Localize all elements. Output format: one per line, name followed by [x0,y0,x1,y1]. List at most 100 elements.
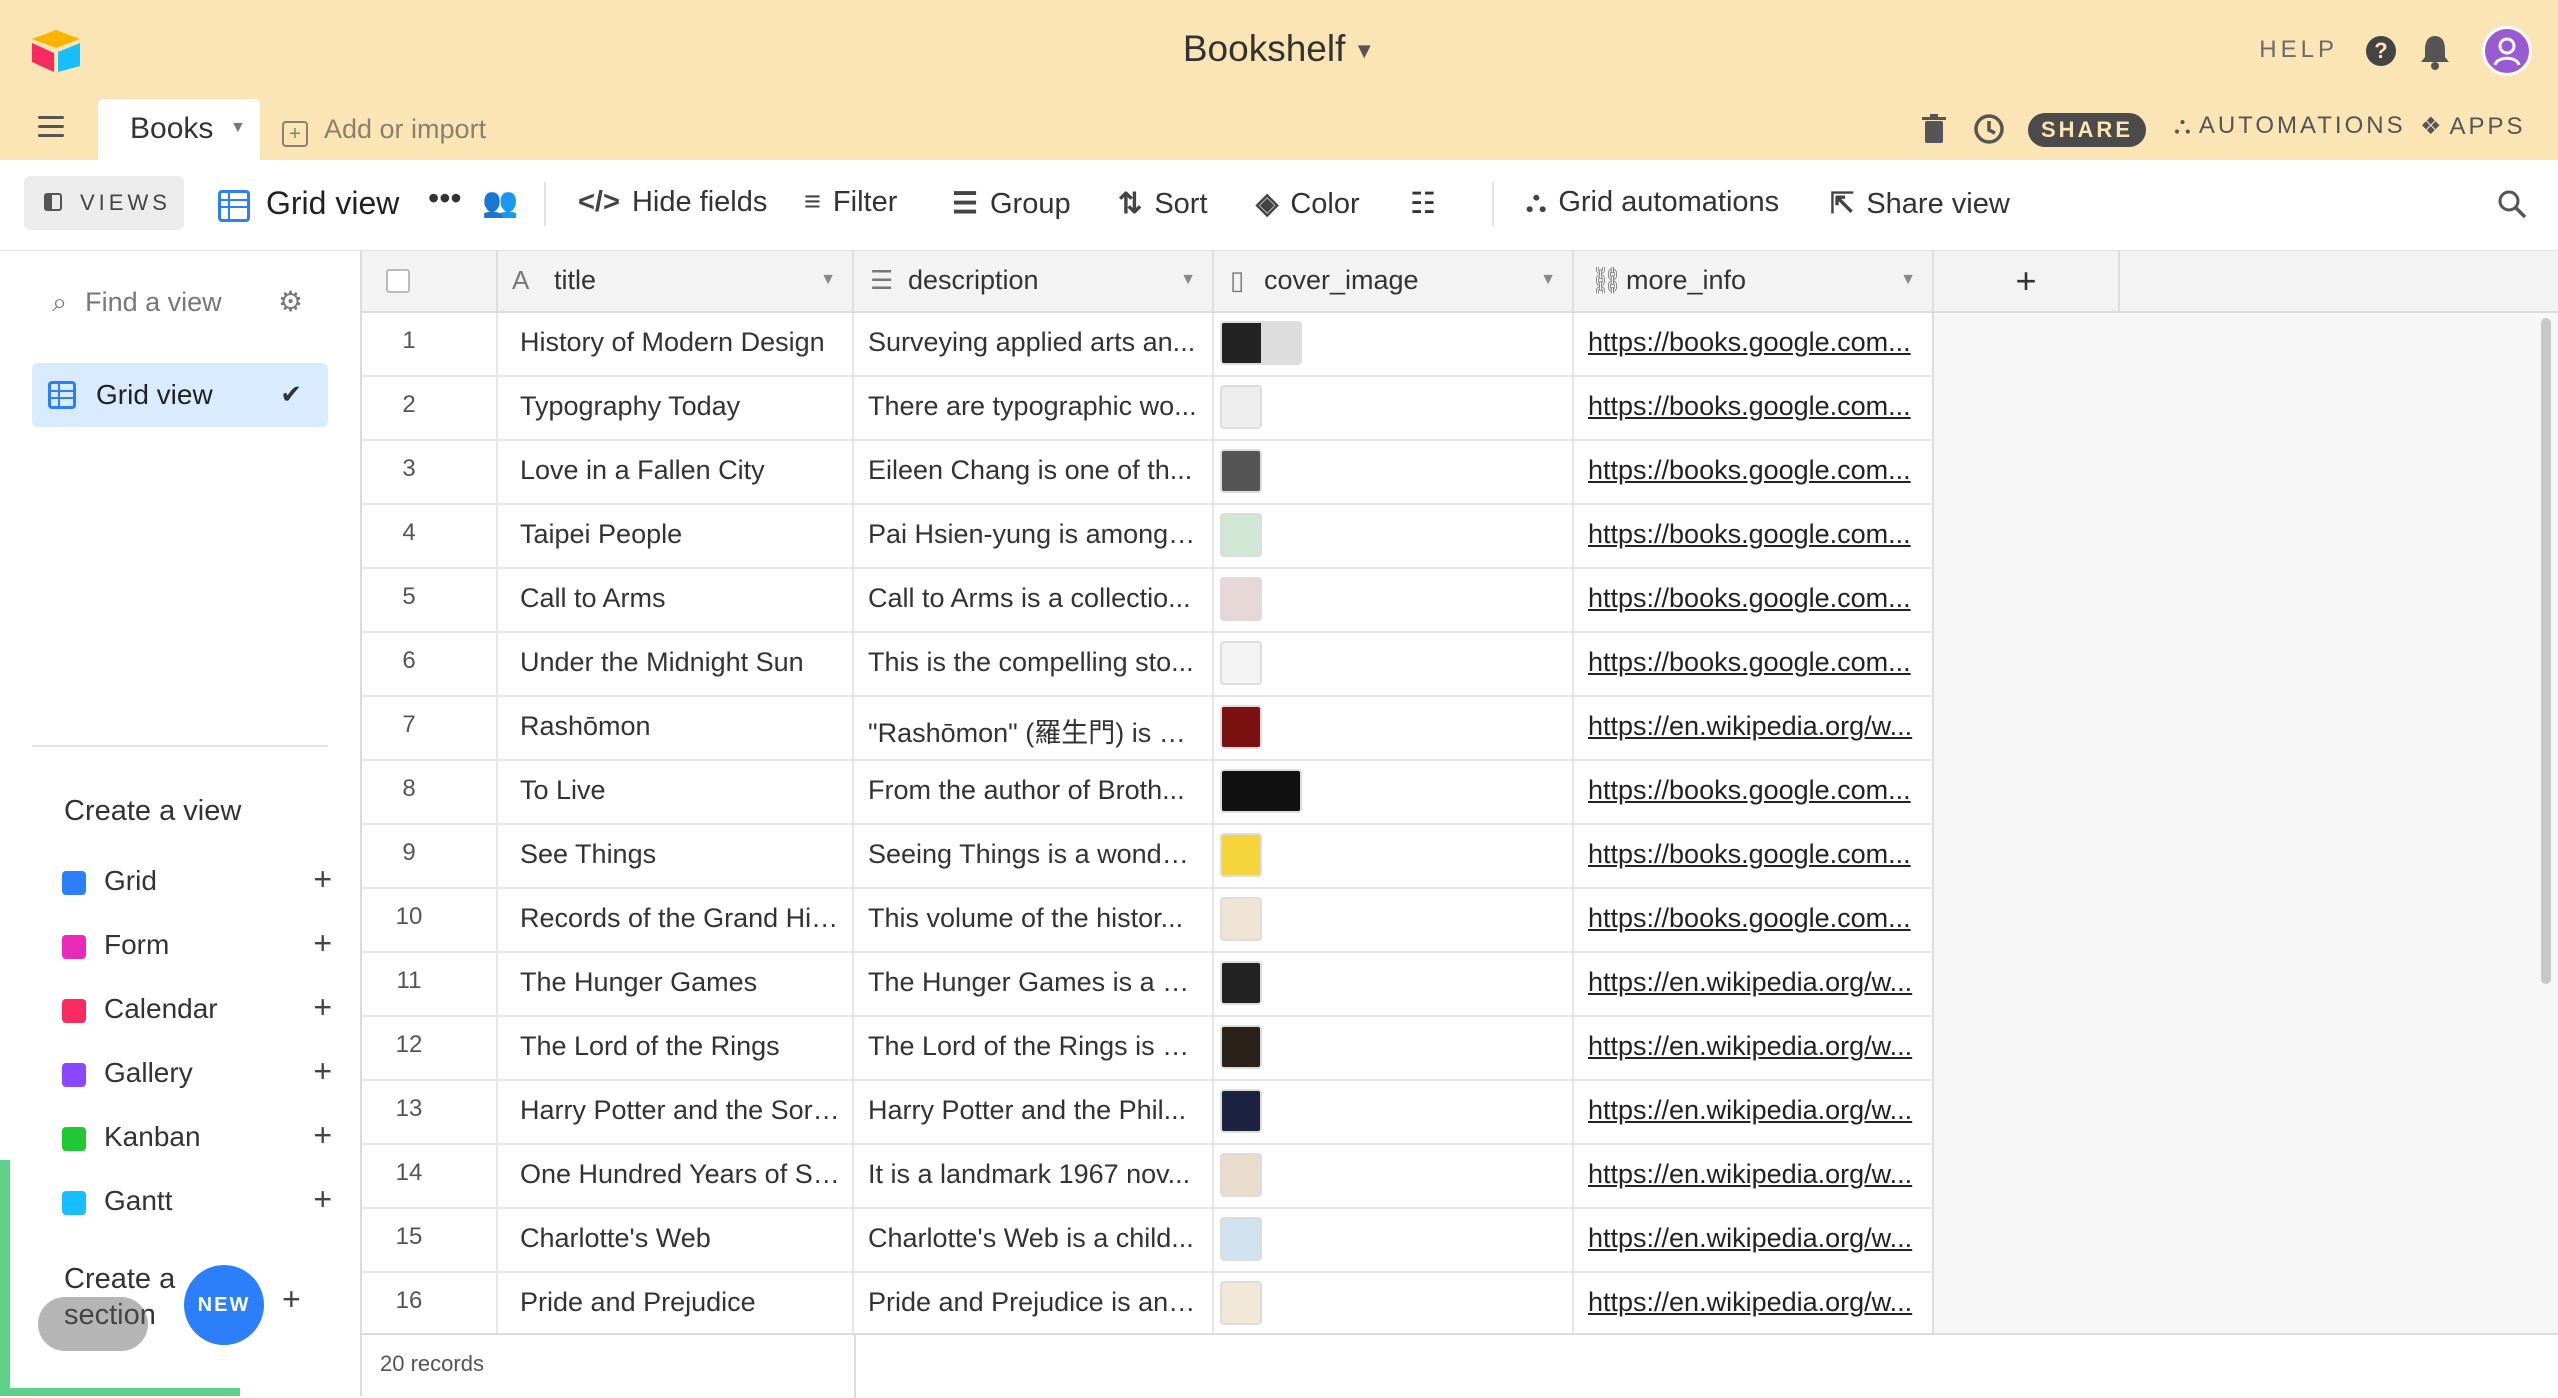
cell-more-info-link[interactable]: https://en.wikipedia.org/w... [1574,1081,1934,1143]
table-row[interactable]: 16 Pride and Prejudice Pride and Prejudice… [362,1273,1934,1337]
user-avatar[interactable] [2482,26,2532,76]
cell-more-info-link[interactable]: https://en.wikipedia.org/w... [1574,1273,1934,1335]
cell-description-text[interactable]: It is a landmark 1967 nov... [868,1159,1198,1190]
cell-more-info-link-text[interactable]: https://books.google.com... [1588,583,1924,614]
column-header-description[interactable]: ☰ description ▼ [854,251,1214,311]
cell-title-text[interactable]: Taipei People [520,519,846,550]
cell-more-info-link[interactable]: https://en.wikipedia.org/w... [1574,1209,1934,1271]
cell-cover-image[interactable] [1214,953,1574,1015]
cell-more-info-link-text[interactable]: https://en.wikipedia.org/w... [1588,1223,1924,1254]
column-header-title[interactable]: A title ▼ [498,251,854,311]
cell-description[interactable]: Pai Hsien-yung is among ... [854,505,1214,567]
cell-more-info-link[interactable]: https://books.google.com... [1574,313,1934,375]
cell-cover-image[interactable] [1214,889,1574,951]
cell-more-info-link[interactable]: https://books.google.com... [1574,761,1934,823]
help-link[interactable]: HELP [2259,36,2338,64]
create-kanban-view[interactable]: Kanban + [62,1117,332,1159]
cell-more-info-link[interactable]: https://books.google.com... [1574,441,1934,503]
cell-description[interactable]: From the author of Broth... [854,761,1214,823]
cell-title-text[interactable]: Charlotte's Web [520,1223,846,1254]
cell-description-text[interactable]: Call to Arms is a collectio... [868,583,1198,614]
history-icon[interactable] [1972,112,2006,146]
cell-more-info-link-text[interactable]: https://en.wikipedia.org/w... [1588,1287,1924,1318]
cell-title-text[interactable]: Pride and Prejudice [520,1287,846,1318]
cell-more-info-link-text[interactable]: https://books.google.com... [1588,903,1924,934]
bell-icon[interactable] [2418,32,2452,70]
cell-title-text[interactable]: Love in a Fallen City [520,455,846,486]
cell-description-text[interactable]: The Hunger Games is a s... [868,967,1198,998]
select-all-checkbox[interactable] [386,269,410,293]
table-row[interactable]: 12 The Lord of the Rings The Lord of the R… [362,1017,1934,1081]
chevron-down-icon[interactable]: ▼ [820,271,836,289]
cell-description-text[interactable]: Harry Potter and the Phil... [868,1095,1198,1126]
cell-more-info-link[interactable]: https://en.wikipedia.org/w... [1574,1145,1934,1207]
plus-icon[interactable]: + [313,925,332,962]
cell-description-text[interactable]: From the author of Broth... [868,775,1198,806]
cell-title-text[interactable]: To Live [520,775,846,806]
cell-description-text[interactable]: There are typographic wo... [868,391,1198,422]
cell-title-text[interactable]: Typography Today [520,391,846,422]
cell-cover-image[interactable] [1214,1145,1574,1207]
cell-description-text[interactable]: Eileen Chang is one of th... [868,455,1198,486]
cover-thumbnail[interactable] [1220,321,1302,365]
cell-more-info-link[interactable]: https://books.google.com... [1574,825,1934,887]
cell-title-text[interactable]: The Lord of the Rings [520,1031,846,1062]
menu-icon[interactable] [38,116,64,138]
table-row[interactable]: 10 Records of the Grand His... This volume… [362,889,1934,953]
cell-description-text[interactable]: "Rashōmon" (羅生門) is a ... [868,711,1198,750]
cover-thumbnail[interactable] [1220,1217,1262,1261]
cell-description-text[interactable]: Charlotte's Web is a child... [868,1223,1198,1254]
table-row[interactable]: 15 Charlotte's Web Charlotte's Web is a ch… [362,1209,1934,1273]
cell-description[interactable]: This volume of the histor... [854,889,1214,951]
floating-controls[interactable] [38,1297,148,1351]
sort-button[interactable]: ⇅ Sort [1118,186,1208,221]
cover-thumbnail[interactable] [1220,1281,1262,1325]
cell-title[interactable]: To Live [498,761,854,823]
cell-cover-image[interactable] [1214,697,1574,759]
add-or-import-button[interactable]: + Add or import [282,114,486,147]
cell-description[interactable]: Surveying applied arts an... [854,313,1214,375]
table-row[interactable]: 4 Taipei People Pai Hsien-yung is among ..… [362,505,1934,569]
cell-title[interactable]: Rashōmon [498,697,854,759]
automations-button[interactable]: ⛬ AUTOMATIONS [2174,112,2406,140]
table-row[interactable]: 8 To Live From the author of Broth... https… [362,761,1934,825]
cell-cover-image[interactable] [1214,377,1574,439]
cell-description[interactable]: This is the compelling sto... [854,633,1214,695]
cell-title[interactable]: See Things [498,825,854,887]
cell-title-text[interactable]: The Hunger Games [520,967,846,998]
cover-thumbnail[interactable] [1220,705,1262,749]
cell-description-text[interactable]: Surveying applied arts an... [868,327,1198,358]
cell-title[interactable]: Taipei People [498,505,854,567]
search-icon[interactable] [2496,188,2528,220]
cell-title[interactable]: Love in a Fallen City [498,441,854,503]
cell-more-info-link[interactable]: https://en.wikipedia.org/w... [1574,1017,1934,1079]
cell-title[interactable]: Pride and Prejudice [498,1273,854,1335]
cell-description[interactable]: Charlotte's Web is a child... [854,1209,1214,1271]
cell-title-text[interactable]: Rashōmon [520,711,846,742]
cell-title-text[interactable]: Records of the Grand His... [520,903,846,934]
cell-title[interactable]: Under the Midnight Sun [498,633,854,695]
find-view-input[interactable]: ⌕ Find a view [52,287,222,319]
current-view-name[interactable]: Grid view [266,185,399,222]
cell-cover-image[interactable] [1214,441,1574,503]
cell-more-info-link-text[interactable]: https://en.wikipedia.org/w... [1588,1031,1924,1062]
apps-button[interactable]: ❖ APPS [2420,112,2526,141]
views-toggle-button[interactable]: VIEWS [24,176,184,230]
column-header-cover-image[interactable]: ▯ cover_image ▼ [1214,251,1574,311]
plus-icon[interactable]: + [313,1117,332,1154]
cell-cover-image[interactable] [1214,505,1574,567]
hide-fields-button[interactable]: </> Hide fields [578,186,767,219]
cell-title[interactable]: One Hundred Years of Sol... [498,1145,854,1207]
table-row[interactable]: 9 See Things Seeing Things is a wonde... ht… [362,825,1934,889]
cell-more-info-link[interactable]: https://books.google.com... [1574,633,1934,695]
cell-more-info-link-text[interactable]: https://books.google.com... [1588,647,1924,678]
cell-cover-image[interactable] [1214,825,1574,887]
cell-description-text[interactable]: The Lord of the Rings is a... [868,1031,1198,1062]
cell-description[interactable]: Call to Arms is a collectio... [854,569,1214,631]
cell-more-info-link[interactable]: https://en.wikipedia.org/w... [1574,953,1934,1015]
cell-more-info-link[interactable]: https://en.wikipedia.org/w... [1574,697,1934,759]
sidebar-item-grid-view[interactable]: Grid view ✔ [32,363,328,427]
table-row[interactable]: 6 Under the Midnight Sun This is the compe… [362,633,1934,697]
row-height-icon[interactable]: ☷ [1410,186,1436,221]
color-button[interactable]: ◈ Color [1256,186,1360,221]
